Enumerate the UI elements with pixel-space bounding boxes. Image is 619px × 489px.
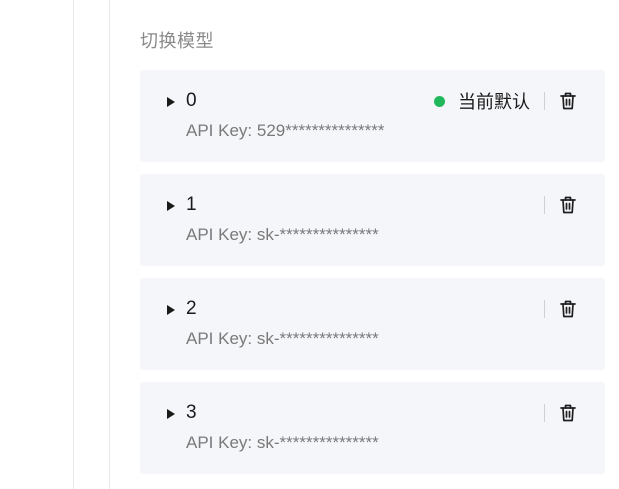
expand-toggle[interactable] bbox=[164, 198, 180, 214]
caret-right-icon bbox=[167, 201, 175, 211]
trash-icon bbox=[560, 92, 576, 110]
model-name: 1 bbox=[186, 194, 197, 215]
model-card: 3 API Key: sk-*************** bbox=[140, 382, 605, 474]
trash-icon bbox=[560, 300, 576, 318]
delete-button[interactable] bbox=[559, 299, 577, 319]
green-dot-icon bbox=[434, 95, 445, 107]
model-name: 2 bbox=[186, 298, 197, 319]
delete-button[interactable] bbox=[559, 91, 577, 111]
expand-toggle[interactable] bbox=[164, 406, 180, 422]
model-list: 0 API Key: 529*************** 当前默认 1 API… bbox=[140, 70, 605, 486]
caret-right-icon bbox=[167, 305, 175, 315]
trash-icon bbox=[560, 196, 576, 214]
section-title: 切换模型 bbox=[140, 31, 214, 51]
action-divider bbox=[544, 404, 545, 422]
model-actions bbox=[544, 402, 577, 424]
default-status: 当前默认 bbox=[434, 88, 530, 114]
model-card: 0 API Key: 529*************** 当前默认 bbox=[140, 70, 605, 162]
api-key-text: API Key: sk-*************** bbox=[186, 433, 379, 452]
expand-toggle[interactable] bbox=[164, 94, 180, 110]
delete-button[interactable] bbox=[559, 195, 577, 215]
api-key-text: API Key: 529*************** bbox=[186, 121, 385, 140]
model-name: 3 bbox=[186, 402, 197, 423]
left-border-line bbox=[73, 0, 74, 489]
expand-toggle[interactable] bbox=[164, 302, 180, 318]
action-divider bbox=[544, 92, 545, 110]
model-actions bbox=[544, 194, 577, 216]
caret-right-icon bbox=[167, 409, 175, 419]
trash-icon bbox=[560, 404, 576, 422]
content-border-line bbox=[109, 0, 110, 489]
model-actions: 当前默认 bbox=[434, 88, 577, 114]
default-status-label: 当前默认 bbox=[458, 92, 530, 113]
model-card: 2 API Key: sk-*************** bbox=[140, 278, 605, 370]
api-key-text: API Key: sk-*************** bbox=[186, 225, 379, 244]
model-card: 1 API Key: sk-*************** bbox=[140, 174, 605, 266]
caret-right-icon bbox=[167, 97, 175, 107]
api-key-text: API Key: sk-*************** bbox=[186, 329, 379, 348]
model-name: 0 bbox=[186, 90, 197, 111]
delete-button[interactable] bbox=[559, 403, 577, 423]
action-divider bbox=[544, 300, 545, 318]
model-actions bbox=[544, 298, 577, 320]
action-divider bbox=[544, 196, 545, 214]
